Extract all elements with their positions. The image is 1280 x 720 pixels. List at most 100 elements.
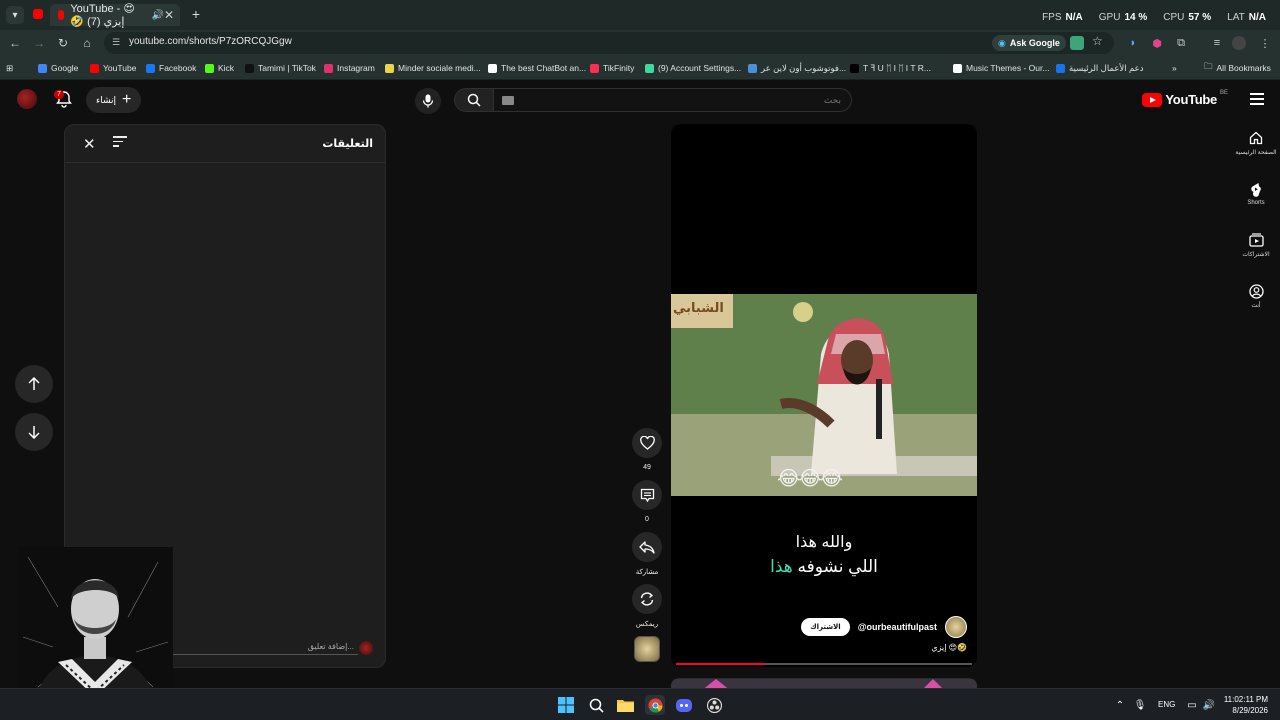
bookmark-label: Google: [51, 63, 79, 73]
obs-icon[interactable]: [705, 696, 723, 714]
bookmark-item[interactable]: Google: [38, 61, 78, 75]
bookmark-favicon-icon: [850, 63, 859, 73]
bookmark-item[interactable]: (9) Account Settings...: [645, 61, 741, 75]
bookmark-item[interactable]: دعم الأعمال الرئيسية: [1056, 61, 1143, 75]
all-bookmarks-button[interactable]: 🗀 All Bookmarks: [1204, 61, 1271, 75]
bookmark-favicon-icon: [488, 63, 497, 73]
bookmark-favicon-icon: [146, 63, 155, 73]
clock[interactable]: 11:02:11 PM 8/29/2026: [1224, 694, 1268, 716]
extension-icon[interactable]: ◗: [1124, 34, 1142, 52]
tab-close-icon[interactable]: ✕: [164, 8, 174, 22]
bookmark-label: Music Themes - Our...: [966, 63, 1050, 73]
browser-toolbar: ← → ↻ ⌂ ☰ youtube.com/shorts/P7zORCQJGgw…: [0, 30, 1280, 56]
bookmark-item[interactable]: The best ChatBot an...: [488, 61, 586, 75]
streamer-webcam-image: [18, 547, 173, 702]
search-input[interactable]: بحث: [494, 88, 852, 112]
subscribe-button[interactable]: الاشتراك: [801, 618, 850, 636]
bookmark-item[interactable]: T ꟻ U ᛖ I ᛖ I T R...: [850, 61, 931, 75]
previous-short-button[interactable]: [15, 365, 53, 403]
youtube-header: YouTube BE بحث إنشاء +: [0, 80, 1280, 120]
bookmark-item[interactable]: TikFinity: [590, 61, 634, 75]
guide-menu-icon[interactable]: [1250, 93, 1264, 105]
file-explorer-icon[interactable]: [616, 696, 634, 714]
tab-youtube[interactable]: YouTube - 😍🤣 (7) إيزي 🔊 ✕: [50, 3, 180, 28]
keyboard-icon[interactable]: [502, 96, 514, 105]
tab-search-button[interactable]: ▾: [6, 6, 24, 24]
guide-item-home[interactable]: الصفحة الرئيسية: [1232, 130, 1280, 156]
next-short-button[interactable]: [15, 413, 53, 451]
search-icon[interactable]: [587, 696, 605, 714]
install-app-icon[interactable]: [1070, 36, 1084, 50]
bookmark-label: Instagram: [337, 63, 375, 73]
bookmark-item[interactable]: Tamimi | TikTok: [245, 61, 316, 75]
sort-comments-icon[interactable]: [113, 136, 127, 148]
reload-icon[interactable]: ↻: [54, 34, 72, 52]
language-indicator[interactable]: ENG: [1158, 700, 1175, 709]
shield-extension-icon[interactable]: ⬢: [1148, 34, 1166, 52]
bookmark-item[interactable]: Kick: [205, 61, 234, 75]
bookmark-favicon-icon: [205, 63, 214, 73]
reading-list-icon[interactable]: ≡: [1208, 34, 1226, 52]
bookmark-item[interactable]: فوتوشوب أون لاين عر...: [748, 61, 846, 75]
like-action[interactable]: 49: [632, 428, 662, 471]
comments-button[interactable]: [632, 480, 662, 510]
profile-avatar[interactable]: [1232, 36, 1246, 50]
add-comment-input[interactable]: إضافة تعليق...: [173, 639, 358, 655]
bookmark-item[interactable]: Minder sociale medi...: [385, 61, 481, 75]
chevron-up-icon[interactable]: ⌃: [1111, 696, 1129, 714]
volume-icon[interactable]: 🔊: [1200, 696, 1218, 714]
bookmark-favicon-icon: [1056, 63, 1065, 73]
create-button[interactable]: إنشاء +: [86, 87, 142, 113]
extensions-puzzle-icon[interactable]: ⧉: [1172, 34, 1190, 52]
progress-bar[interactable]: [676, 663, 972, 665]
pinned-tab-youtube-favicon[interactable]: [33, 9, 43, 19]
address-bar[interactable]: ☰ youtube.com/shorts/P7zORCQJGgw ◉ Ask Go…: [104, 32, 1114, 54]
back-icon[interactable]: ←: [6, 34, 24, 52]
bookmark-label: Minder sociale medi...: [398, 63, 481, 73]
bookmark-item[interactable]: Music Themes - Our...: [953, 61, 1049, 75]
share-button[interactable]: [632, 532, 662, 562]
search-button[interactable]: [454, 88, 494, 112]
guide-item-shorts[interactable]: Shorts: [1232, 181, 1280, 206]
guide-item-you[interactable]: أنت: [1232, 283, 1280, 309]
voice-search-button[interactable]: [415, 88, 441, 114]
commenter-avatar: [359, 641, 373, 655]
ask-google-button[interactable]: ◉ Ask Google: [992, 35, 1066, 51]
discord-icon[interactable]: [675, 696, 693, 714]
url-text[interactable]: youtube.com/shorts/P7zORCQJGgw: [129, 36, 292, 47]
windows-taskbar: ⌃ ENG 🎙 ▭ 🔊 11:02:11 PM 8/29/2026: [0, 688, 1280, 720]
close-icon[interactable]: ✕: [83, 135, 96, 153]
browser-menu-icon[interactable]: ⋮: [1256, 34, 1274, 52]
new-tab-button[interactable]: +: [188, 6, 204, 22]
youtube-favicon-icon: [58, 10, 65, 20]
stat-gpu: GPU 14 %: [1098, 12, 1148, 23]
like-button[interactable]: [632, 428, 662, 458]
account-avatar[interactable]: [17, 89, 37, 109]
chrome-icon[interactable]: [645, 695, 665, 715]
forward-icon[interactable]: →: [30, 34, 48, 52]
youtube-logo[interactable]: YouTube BE: [1142, 90, 1228, 107]
comments-action[interactable]: 0: [632, 480, 662, 523]
bookmark-item[interactable]: Instagram: [324, 61, 375, 75]
speaker-icon[interactable]: 🔊: [151, 10, 163, 21]
guide-item-subscriptions[interactable]: الاشتراكات: [1232, 232, 1280, 258]
bookmark-star-icon[interactable]: ☆: [1092, 34, 1103, 48]
short-title[interactable]: إيزي 😍🤣: [931, 643, 967, 652]
home-icon[interactable]: ⌂: [78, 34, 96, 52]
windows-start-icon[interactable]: [557, 696, 575, 714]
apps-grid-icon[interactable]: ⊞: [6, 61, 13, 75]
bookmark-favicon-icon: [748, 63, 757, 73]
share-action[interactable]: مشاركة: [632, 532, 662, 576]
remix-button[interactable]: [632, 584, 662, 614]
short-video-player[interactable]: الشبابي 😂😂😂 والله هذا اللي نشوفه هذا الا…: [671, 124, 977, 667]
more-bookmarks-icon[interactable]: »: [1172, 61, 1177, 75]
site-info-icon[interactable]: ☰: [112, 37, 123, 48]
remix-action[interactable]: ريمكس: [632, 584, 662, 628]
bookmark-item[interactable]: Facebook: [146, 61, 196, 75]
bookmark-item[interactable]: YouTube: [90, 61, 136, 75]
sound-thumbnail[interactable]: [634, 636, 660, 662]
network-icon[interactable]: ▭: [1183, 696, 1201, 714]
channel-avatar[interactable]: [945, 616, 967, 638]
microphone-icon[interactable]: 🎙: [1131, 696, 1149, 714]
channel-name[interactable]: @ourbeautifulpast: [858, 622, 937, 632]
